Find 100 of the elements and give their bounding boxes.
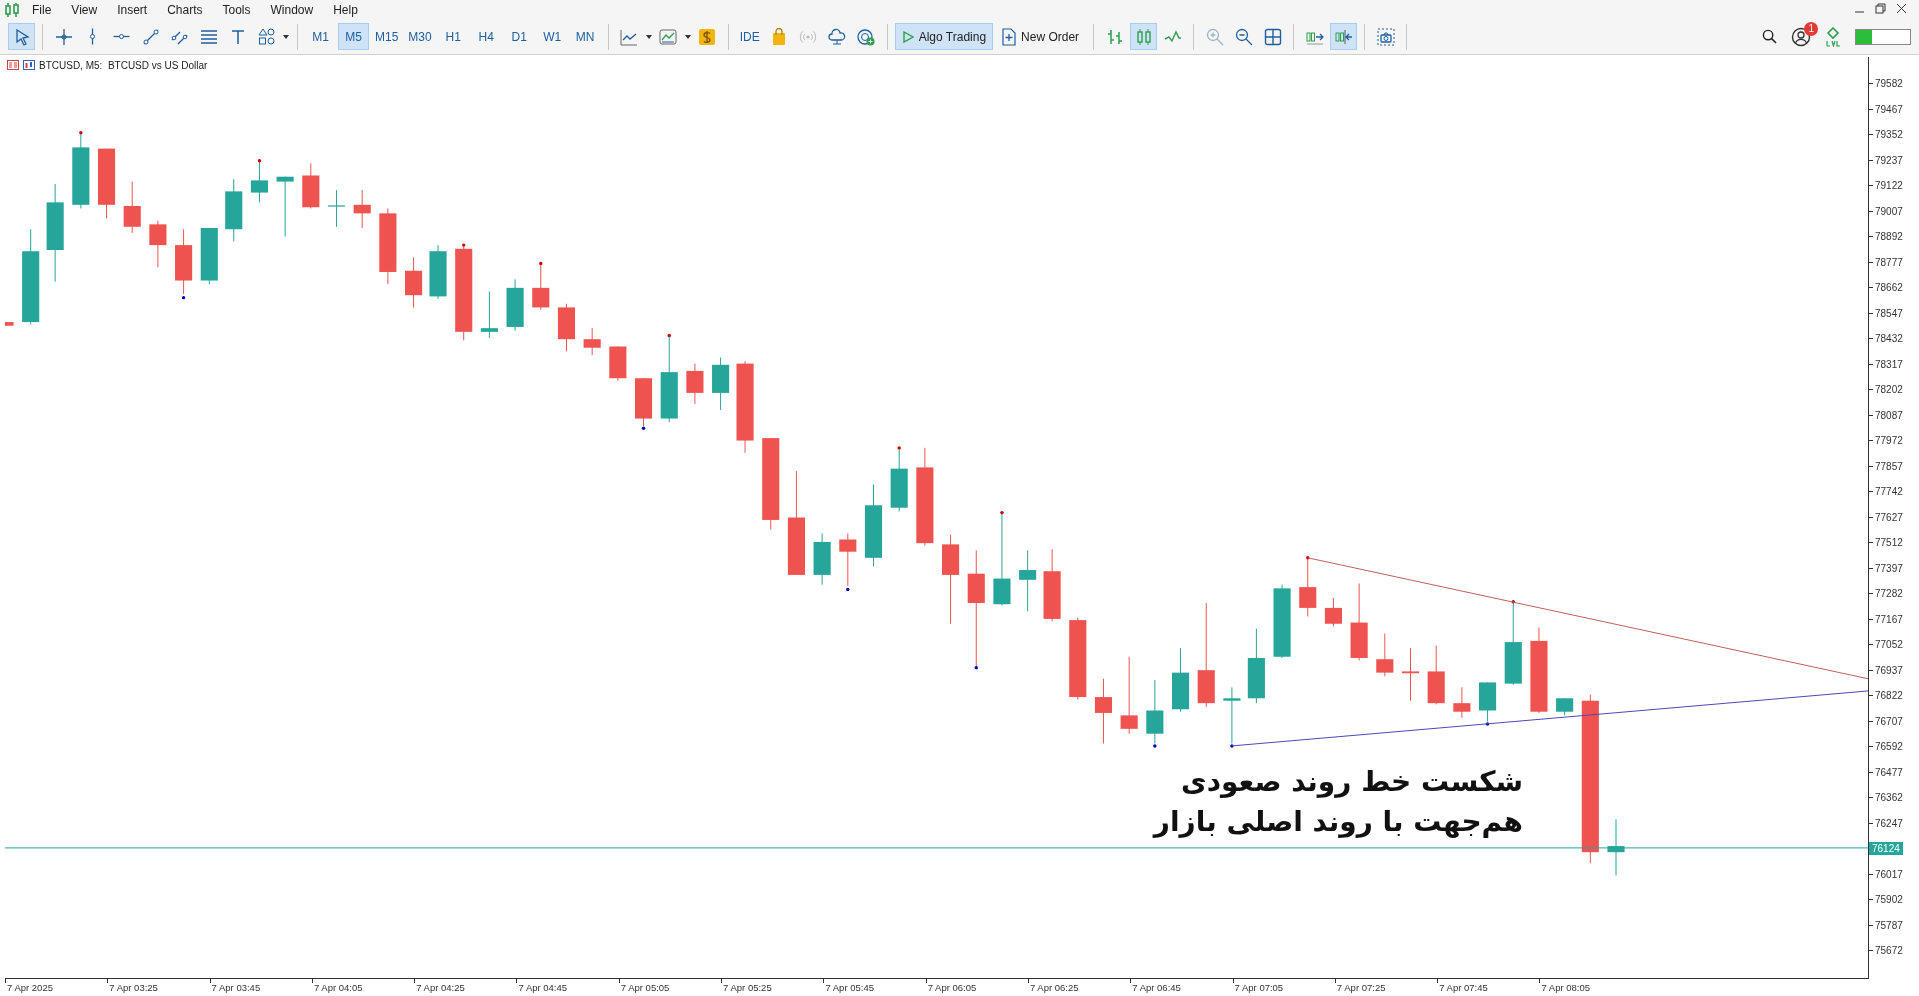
price-label: 78777 bbox=[1869, 255, 1903, 269]
caret-icon[interactable] bbox=[644, 32, 653, 41]
timeframe-button[interactable]: MN bbox=[569, 23, 601, 50]
app-icon bbox=[4, 1, 20, 18]
menu-item[interactable]: Insert bbox=[109, 2, 156, 17]
play-icon bbox=[901, 30, 914, 43]
price-label: 78087 bbox=[1869, 408, 1903, 422]
price-label: 78547 bbox=[1869, 306, 1903, 320]
candle bbox=[1479, 681, 1497, 722]
menu-item[interactable]: File bbox=[24, 2, 60, 17]
price-label: 79467 bbox=[1869, 102, 1903, 116]
price-label: 77857 bbox=[1869, 459, 1903, 473]
menu-item[interactable]: Charts bbox=[159, 2, 211, 17]
candle bbox=[1019, 550, 1037, 613]
menu-item[interactable]: View bbox=[63, 2, 106, 17]
price-label: 77167 bbox=[1869, 612, 1903, 626]
fibonacci-icon bbox=[199, 27, 218, 46]
chart-shift-button[interactable] bbox=[1330, 23, 1358, 50]
candle bbox=[1427, 645, 1445, 705]
candle bbox=[1299, 556, 1317, 617]
candle bbox=[405, 256, 423, 308]
price-label: 76477 bbox=[1869, 765, 1903, 779]
timeframe-button[interactable]: D1 bbox=[503, 23, 535, 50]
price-label: 79237 bbox=[1869, 153, 1903, 167]
zoom-out-icon bbox=[1234, 27, 1253, 46]
candlestick-button[interactable] bbox=[1130, 23, 1158, 50]
chart-title: BTCUSD, M5: BTCUSD vs US Dollar bbox=[39, 59, 208, 71]
shapes-icon bbox=[257, 27, 276, 46]
ide-button[interactable]: IDE bbox=[735, 23, 764, 50]
candle bbox=[1453, 686, 1471, 719]
timeframe-button[interactable]: H1 bbox=[437, 23, 469, 50]
fractal-marker bbox=[1000, 510, 1004, 515]
fractal-marker bbox=[181, 295, 186, 300]
candle bbox=[97, 148, 116, 219]
timeframe-button[interactable]: H4 bbox=[470, 23, 502, 50]
timeframe-button[interactable]: M5 bbox=[338, 23, 369, 50]
zoom-in-icon bbox=[1205, 27, 1224, 46]
notification-badge: 1 bbox=[1804, 21, 1818, 36]
symbol-icon bbox=[23, 59, 35, 71]
menu-item[interactable]: Window bbox=[262, 2, 322, 17]
chart-shift-icon bbox=[1334, 27, 1353, 46]
new-order-icon bbox=[1002, 27, 1017, 46]
fractal-marker bbox=[1230, 744, 1234, 748]
trendline-icon bbox=[141, 27, 160, 46]
candle bbox=[557, 303, 576, 352]
fractal-marker bbox=[257, 159, 262, 163]
crosshair-icon bbox=[54, 27, 73, 46]
candle bbox=[302, 162, 320, 209]
fractal-marker bbox=[462, 243, 466, 247]
candle bbox=[1401, 647, 1420, 702]
candle bbox=[712, 357, 730, 411]
trend-line[interactable] bbox=[1307, 557, 1868, 680]
candle bbox=[609, 346, 627, 382]
caret-icon[interactable] bbox=[683, 32, 692, 41]
timeframe-button[interactable]: M15 bbox=[371, 23, 403, 50]
price-label: 76707 bbox=[1869, 714, 1903, 728]
candle bbox=[839, 532, 857, 587]
vertical-line-icon bbox=[90, 28, 95, 45]
timeframe-button[interactable]: M1 bbox=[305, 23, 336, 50]
indicators-icon bbox=[659, 27, 678, 46]
new-order-button[interactable]: New Order bbox=[995, 23, 1087, 50]
dollar-icon bbox=[698, 27, 717, 46]
candle bbox=[1556, 697, 1574, 716]
price-label: 76247 bbox=[1869, 816, 1903, 830]
fractal-marker bbox=[897, 446, 901, 450]
timeframe-button[interactable]: M30 bbox=[404, 23, 436, 50]
tile-windows-icon bbox=[1263, 27, 1282, 46]
candle bbox=[327, 189, 346, 228]
fractal-marker bbox=[1485, 722, 1490, 726]
trend-line[interactable] bbox=[1231, 690, 1868, 747]
candle bbox=[813, 532, 831, 586]
screenshot-icon bbox=[1376, 27, 1395, 46]
candle bbox=[5, 321, 14, 327]
candle bbox=[1171, 647, 1190, 713]
search-icon[interactable] bbox=[1762, 29, 1777, 44]
algo-trading-button[interactable]: Algo Trading bbox=[894, 23, 994, 50]
restore-icon[interactable] bbox=[1875, 3, 1886, 14]
vps-icon bbox=[857, 27, 876, 46]
candle bbox=[634, 377, 653, 427]
menu-item[interactable]: Help bbox=[325, 2, 366, 17]
fractal-marker bbox=[539, 261, 543, 266]
candle bbox=[506, 278, 524, 332]
account-icon[interactable] bbox=[1791, 26, 1811, 47]
candle bbox=[532, 264, 550, 311]
candle bbox=[200, 227, 218, 285]
price-label: 79007 bbox=[1869, 204, 1903, 218]
chart-window-icon bbox=[7, 59, 19, 71]
caret-icon[interactable] bbox=[282, 32, 290, 41]
bar-chart-icon bbox=[1105, 27, 1124, 46]
price-label: 76017 bbox=[1869, 867, 1903, 881]
candle bbox=[149, 220, 167, 268]
candle bbox=[1324, 597, 1342, 627]
close-icon[interactable] bbox=[1896, 3, 1907, 14]
annotation-text: شکست خط روند صعودی bbox=[1181, 764, 1523, 800]
menu-item[interactable]: Tools bbox=[214, 2, 259, 17]
price-label: 77627 bbox=[1869, 510, 1903, 524]
candle bbox=[123, 181, 141, 234]
timeframe-button[interactable]: W1 bbox=[536, 23, 568, 50]
cursor-button[interactable] bbox=[8, 23, 35, 50]
candle bbox=[1376, 633, 1394, 677]
